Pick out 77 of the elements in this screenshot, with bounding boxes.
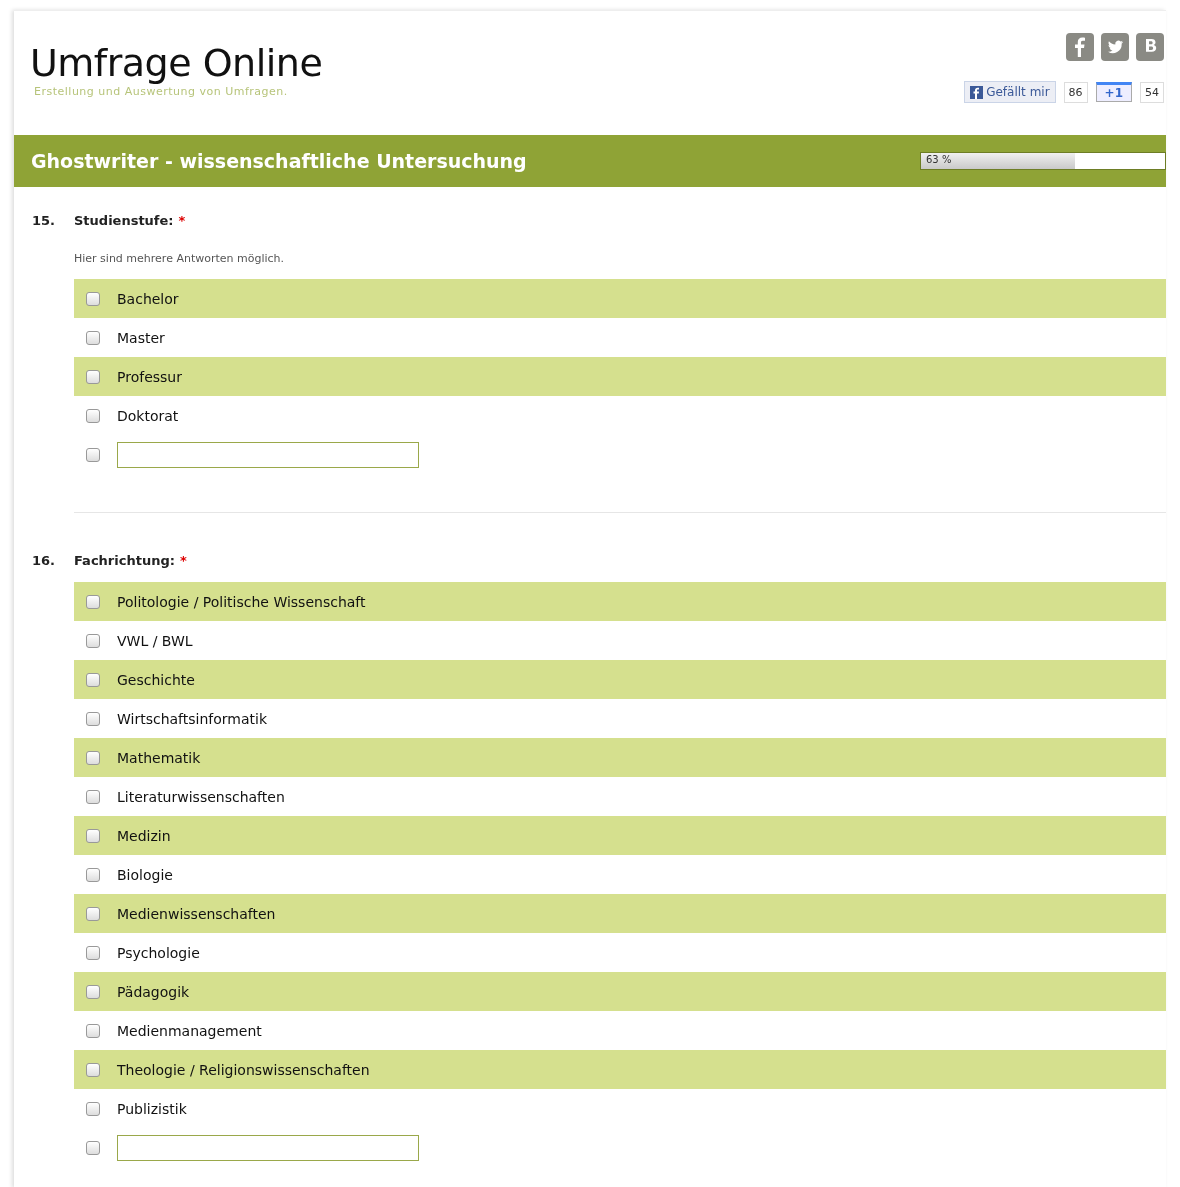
- b-letter-icon[interactable]: [1136, 33, 1164, 61]
- option-row[interactable]: Professur: [74, 357, 1166, 396]
- option-row[interactable]: Master: [74, 318, 1166, 357]
- option-label: Mathematik: [117, 749, 201, 766]
- progress-label: 63 %: [926, 154, 952, 165]
- like-button[interactable]: Gefällt mir: [964, 81, 1056, 103]
- question-hint: Hier sind mehrere Antworten möglich.: [74, 252, 286, 265]
- option-label: Literaturwissenschaften: [117, 788, 285, 805]
- option-row[interactable]: Medizin: [74, 816, 1166, 855]
- checkbox[interactable]: [86, 906, 100, 921]
- option-label: Master: [117, 329, 165, 346]
- checkbox[interactable]: [86, 945, 100, 960]
- checkbox[interactable]: [86, 828, 100, 843]
- checkbox[interactable]: [86, 1140, 100, 1155]
- option-row[interactable]: Medienwissenschaften: [74, 894, 1166, 933]
- checkbox[interactable]: [86, 867, 100, 882]
- checkbox[interactable]: [86, 789, 100, 804]
- question-number: 15.: [32, 213, 57, 228]
- option-label: VWL / BWL: [117, 632, 193, 649]
- checkbox[interactable]: [86, 672, 100, 687]
- option-label: Professur: [117, 368, 182, 385]
- site-tagline: Erstellung und Auswertung von Umfragen.: [34, 85, 289, 98]
- twitter-icon[interactable]: [1101, 33, 1129, 61]
- checkbox[interactable]: [86, 447, 100, 462]
- checkbox[interactable]: [86, 330, 100, 345]
- option-row[interactable]: Geschichte: [74, 660, 1166, 699]
- checkbox[interactable]: [86, 1023, 100, 1038]
- option-label: Geschichte: [117, 671, 195, 688]
- option-row[interactable]: Literaturwissenschaften: [74, 777, 1166, 816]
- option-label: Biologie: [117, 866, 173, 883]
- option-label: Medienmanagement: [117, 1022, 262, 1039]
- checkbox[interactable]: [86, 750, 100, 765]
- checkbox[interactable]: [86, 711, 100, 726]
- option-label: Medizin: [117, 827, 171, 844]
- checkbox[interactable]: [86, 1062, 100, 1077]
- question-title: Fachrichtung:: [74, 553, 175, 568]
- checkbox[interactable]: [86, 291, 100, 306]
- option-label: Medienwissenschaften: [117, 905, 276, 922]
- other-answer-field[interactable]: [117, 1134, 419, 1161]
- option-label: Bachelor: [117, 290, 179, 307]
- option-row[interactable]: Pädagogik: [74, 972, 1166, 1011]
- option-row[interactable]: Psychologie: [74, 933, 1166, 972]
- checkbox[interactable]: [86, 984, 100, 999]
- like-count: 86: [1063, 81, 1088, 103]
- option-row[interactable]: Doktorat: [74, 396, 1166, 435]
- survey-title: Ghostwriter - wissenschaftliche Untersuchung: [31, 150, 527, 172]
- other-answer-field[interactable]: [117, 441, 419, 468]
- required-mark: *: [179, 553, 187, 568]
- checkbox[interactable]: [86, 369, 100, 384]
- option-label: Politologie / Politische Wissenschaft: [117, 593, 366, 610]
- plus-one-count: 54: [1140, 81, 1164, 103]
- option-row[interactable]: Bachelor: [74, 279, 1166, 318]
- option-row[interactable]: Politologie / Politische Wissenschaft: [74, 582, 1166, 621]
- option-row[interactable]: Wirtschaftsinformatik: [74, 699, 1166, 738]
- option-label: Publizistik: [117, 1100, 187, 1117]
- option-row[interactable]: Theologie / Religionswissenschaften: [74, 1050, 1166, 1089]
- required-mark: *: [178, 213, 186, 228]
- option-row[interactable]: Publizistik: [74, 1089, 1166, 1128]
- option-row[interactable]: VWL / BWL: [74, 621, 1166, 660]
- option-row[interactable]: Medienmanagement: [74, 1011, 1166, 1050]
- plus-one-button[interactable]: +1: [1095, 82, 1132, 102]
- option-label: Psychologie: [117, 944, 200, 961]
- facebook-icon: [970, 85, 984, 99]
- question-title: Studienstufe:: [74, 213, 174, 228]
- checkbox[interactable]: [86, 1101, 100, 1116]
- option-label: Doktorat: [117, 407, 179, 424]
- option-label: Pädagogik: [117, 983, 190, 1000]
- option-label: Theologie / Religionswissenschaften: [117, 1061, 370, 1078]
- checkbox[interactable]: [86, 633, 100, 648]
- facebook-icon[interactable]: [1066, 33, 1094, 61]
- site-title: Umfrage Online: [30, 41, 323, 85]
- question-number: 16.: [32, 553, 57, 568]
- checkbox[interactable]: [86, 594, 100, 609]
- checkbox[interactable]: [86, 408, 100, 423]
- option-row[interactable]: Biologie: [74, 855, 1166, 894]
- option-row[interactable]: Mathematik: [74, 738, 1166, 777]
- option-label: Wirtschaftsinformatik: [117, 710, 268, 727]
